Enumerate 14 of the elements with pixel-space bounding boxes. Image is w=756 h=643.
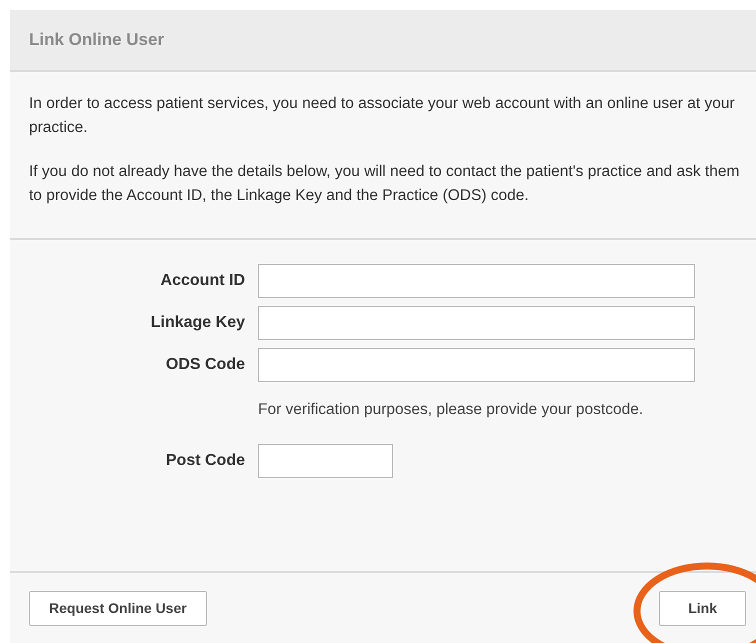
request-button[interactable]: Request Online User xyxy=(29,590,207,626)
text-field[interactable] xyxy=(258,306,695,340)
text-field[interactable] xyxy=(258,348,695,382)
field-label: Post Code xyxy=(164,452,245,470)
text-field[interactable] xyxy=(258,444,393,478)
link-button[interactable]: Link xyxy=(659,590,746,626)
field-label: ODS Code xyxy=(164,356,245,374)
verification-note: For verification purposes, please provide your postcode. xyxy=(258,400,644,420)
intro-paragraph: If you do not already have the details below, you will need to contact the patient's practice and ask them to provide the Account ID, the Linkage Key and the Practice (ODS) code. xyxy=(29,162,740,206)
field-label: Linkage Key xyxy=(150,314,245,332)
field-label: Account ID xyxy=(160,272,245,290)
panel-title: Link Online User xyxy=(29,30,164,50)
text-field[interactable] xyxy=(258,264,695,298)
intro-paragraph: In order to access patient services, you need to associate your web account with an online user at your practice. xyxy=(29,94,736,138)
